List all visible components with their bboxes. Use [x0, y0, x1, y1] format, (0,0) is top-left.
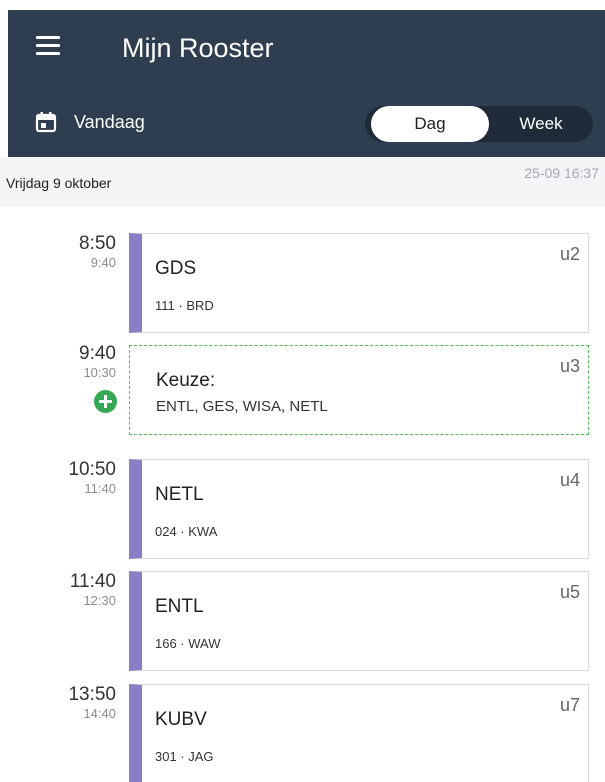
lesson-card[interactable]: ENTL 166 · WAW u5 [129, 571, 589, 671]
time-range: 10:50 11:40 [68, 459, 116, 497]
time-range: 9:40 10:30 [79, 343, 116, 381]
lesson-period: u3 [559, 356, 580, 376]
choice-card[interactable]: Keuze: ENTL, GES, WISA, NETL u3 [129, 345, 589, 435]
choice-title: Keuze: [156, 370, 216, 391]
lesson-card[interactable]: KUBV 301 · JAG u7 [129, 684, 589, 782]
lesson-room-teacher: 024 · KWA [155, 524, 218, 539]
choice-options: ENTL, GES, WISA, NETL [156, 398, 328, 415]
time-range: 11:40 12:30 [70, 571, 116, 609]
end-time: 14:40 [83, 706, 116, 721]
lesson-subject: NETL [155, 484, 204, 505]
today-label: Vandaag [74, 111, 145, 132]
start-time: 11:40 [69, 571, 116, 592]
start-time: 13:50 [68, 684, 116, 705]
current-date: Vrijdag 9 oktober [6, 175, 112, 191]
lesson-period: u4 [559, 470, 580, 490]
toggle-week[interactable]: Week [489, 106, 593, 142]
end-time: 11:40 [84, 481, 116, 496]
start-time: 9:40 [79, 343, 116, 364]
lesson-period: u5 [559, 582, 580, 602]
end-time: 10:30 [83, 365, 116, 380]
lesson-card[interactable]: GDS 111 · BRD u2 [129, 233, 589, 333]
start-time: 10:50 [68, 459, 116, 480]
schedule-list: 8:50 9:40 GDS 111 · BRD u2 9:40 10:30 Ke… [0, 207, 605, 782]
time-range: 8:50 9:40 [79, 233, 116, 271]
lesson-subject: ENTL [155, 596, 204, 617]
app-bar: Mijn Rooster Vandaag Dag Week [8, 10, 605, 157]
lesson-subject: GDS [155, 258, 197, 279]
end-time: 9:40 [90, 255, 116, 270]
today-button[interactable]: Vandaag [34, 102, 145, 142]
lesson-subject: KUBV [155, 709, 207, 730]
start-time: 8:50 [79, 233, 116, 254]
lesson-period: u7 [559, 695, 580, 715]
toggle-day[interactable]: Dag [371, 106, 489, 142]
last-updated-timestamp: 25-09 16:37 [524, 165, 599, 181]
lesson-room-teacher: 111 · BRD [155, 298, 214, 313]
lesson-room-teacher: 301 · JAG [155, 749, 214, 764]
add-circle-icon[interactable] [94, 390, 117, 413]
end-time: 12:30 [83, 593, 116, 608]
lesson-period: u2 [559, 244, 580, 264]
time-range: 13:50 14:40 [68, 684, 116, 722]
date-bar: Vrijdag 9 oktober 25-09 16:37 [0, 157, 605, 207]
lesson-room-teacher: 166 · WAW [155, 636, 221, 651]
app-screen: Mijn Rooster Vandaag Dag Week Vrijdag 9 … [0, 0, 605, 782]
menu-icon[interactable] [36, 36, 64, 58]
page-title: Mijn Rooster [122, 33, 274, 63]
calendar-icon [34, 110, 58, 134]
view-toggle: Dag Week [365, 106, 593, 142]
lesson-card[interactable]: NETL 024 · KWA u4 [129, 459, 589, 559]
